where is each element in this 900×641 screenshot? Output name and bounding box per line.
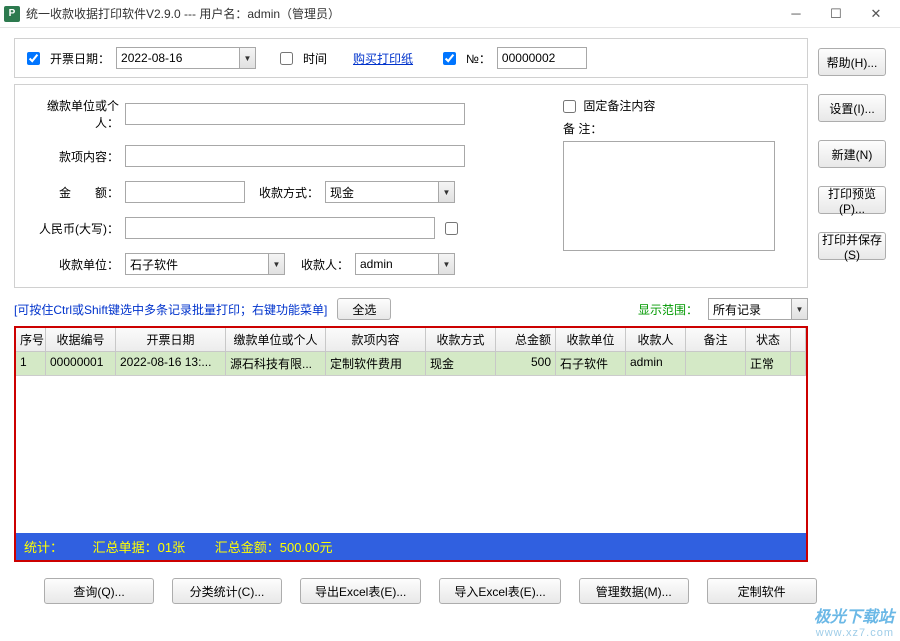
side-buttons: 帮助(H)... 设置(I)... 新建(N) 打印预览(P)... 打印并保存… xyxy=(818,38,886,562)
receiver-unit-label: 收款单位： xyxy=(29,256,125,273)
stats-button[interactable]: 分类统计(C)... xyxy=(172,578,282,604)
no-checkbox[interactable] xyxy=(443,52,456,65)
receiver-label: 收款人： xyxy=(285,256,355,273)
time-label: 时间 xyxy=(303,50,327,67)
window-title: 统一收款收据打印软件V2.9.0 --- 用户名：admin（管理员） xyxy=(26,5,776,22)
batch-hint: [可按住Ctrl或Shift键选中多条记录批量打印；右键功能菜单] xyxy=(14,301,327,318)
time-checkbox[interactable] xyxy=(280,52,293,65)
top-row: 开票日期： ▼ 时间 购买打印纸 №： xyxy=(14,38,808,78)
close-button[interactable]: ✕ xyxy=(856,2,896,26)
amount-label: 金 额： xyxy=(29,184,125,201)
cell-payer: 源石科技有限... xyxy=(226,352,326,375)
item-label: 款项内容： xyxy=(29,148,125,165)
query-button[interactable]: 查询(Q)... xyxy=(44,578,154,604)
chevron-down-icon[interactable]: ▼ xyxy=(791,299,807,319)
note-label: 备 注： xyxy=(563,120,793,137)
cell-note xyxy=(686,352,746,375)
form-box: 缴款单位或个人： 款项内容： 金 额： 收款方式： ▼ xyxy=(14,84,808,288)
method-label: 收款方式： xyxy=(245,184,325,201)
export-button[interactable]: 导出Excel表(E)... xyxy=(300,578,421,604)
rmb-input[interactable] xyxy=(125,217,435,239)
watermark-url: www.xz7.com xyxy=(814,627,894,639)
col-unit[interactable]: 收款单位 xyxy=(556,328,626,351)
cell-person: admin xyxy=(626,352,686,375)
chevron-down-icon[interactable]: ▼ xyxy=(438,182,454,202)
fixed-note-checkbox[interactable] xyxy=(563,100,576,113)
manage-button[interactable]: 管理数据(M)... xyxy=(579,578,689,604)
payer-input[interactable] xyxy=(125,103,465,125)
cell-date: 2022-08-16 13:... xyxy=(116,352,226,375)
no-label: №： xyxy=(466,50,491,67)
chevron-down-icon[interactable]: ▼ xyxy=(268,254,284,274)
col-receipt-no[interactable]: 收据编号 xyxy=(46,328,116,351)
cell-status: 正常 xyxy=(746,352,791,375)
buy-paper-link[interactable]: 购买打印纸 xyxy=(353,50,413,67)
amount-input[interactable] xyxy=(125,181,245,203)
method-input[interactable] xyxy=(325,181,455,203)
col-method[interactable]: 收款方式 xyxy=(426,328,496,351)
col-date[interactable]: 开票日期 xyxy=(116,328,226,351)
no-input[interactable] xyxy=(497,47,587,69)
payer-label: 缴款单位或个人： xyxy=(29,97,125,131)
help-button[interactable]: 帮助(H)... xyxy=(818,48,886,76)
maximize-button[interactable]: ☐ xyxy=(816,2,856,26)
col-scroll xyxy=(791,328,806,351)
rmb-checkbox[interactable] xyxy=(445,222,458,235)
item-input[interactable] xyxy=(125,145,465,167)
custom-button[interactable]: 定制软件 xyxy=(707,578,817,604)
bottom-bar: 查询(Q)... 分类统计(C)... 导出Excel表(E)... 导入Exc… xyxy=(0,568,900,608)
cell-receipt-no: 00000001 xyxy=(46,352,116,375)
records-grid: 序号 收据编号 开票日期 缴款单位或个人 款项内容 收款方式 总金额 收款单位 … xyxy=(14,326,808,562)
col-person[interactable]: 收款人 xyxy=(626,328,686,351)
grid-header: 序号 收据编号 开票日期 缴款单位或个人 款项内容 收款方式 总金额 收款单位 … xyxy=(16,328,806,352)
window-controls: ─ ☐ ✕ xyxy=(776,2,896,26)
receiver-unit-combo[interactable]: ▼ xyxy=(125,253,285,275)
select-all-button[interactable]: 全选 xyxy=(337,298,391,320)
date-input[interactable] xyxy=(116,47,256,69)
summary-count: 汇总单据：01张 xyxy=(93,540,185,555)
col-item[interactable]: 款项内容 xyxy=(326,328,426,351)
fixed-note-label: 固定备注内容 xyxy=(583,99,655,113)
summary-total: 汇总金额：500.00元 xyxy=(215,540,333,555)
rmb-label: 人民币(大写)： xyxy=(29,220,125,237)
receiver-combo[interactable]: ▼ xyxy=(355,253,455,275)
minimize-button[interactable]: ─ xyxy=(776,2,816,26)
scope-label: 显示范围： xyxy=(638,301,698,318)
date-label: 开票日期： xyxy=(50,50,110,67)
note-textarea[interactable] xyxy=(563,141,775,251)
new-button[interactable]: 新建(N) xyxy=(818,140,886,168)
cell-item: 定制软件费用 xyxy=(326,352,426,375)
col-amount[interactable]: 总金额 xyxy=(496,328,556,351)
watermark: 极光下载站 www.xz7.com xyxy=(814,603,894,639)
app-icon: P xyxy=(4,6,20,22)
summary-bar: 统计： 汇总单据：01张 汇总金额：500.00元 xyxy=(16,533,806,560)
col-status[interactable]: 状态 xyxy=(746,328,791,351)
col-note[interactable]: 备注 xyxy=(686,328,746,351)
chevron-down-icon[interactable]: ▼ xyxy=(438,254,454,274)
col-seq[interactable]: 序号 xyxy=(16,328,46,351)
titlebar: P 统一收款收据打印软件V2.9.0 --- 用户名：admin（管理员） ─ … xyxy=(0,0,900,28)
settings-button[interactable]: 设置(I)... xyxy=(818,94,886,122)
date-checkbox[interactable] xyxy=(27,52,40,65)
grid-body[interactable]: 1 00000001 2022-08-16 13:... 源石科技有限... 定… xyxy=(16,352,806,533)
print-save-button[interactable]: 打印并保存(S) xyxy=(818,232,886,260)
date-combo[interactable]: ▼ xyxy=(116,47,256,69)
cell-seq: 1 xyxy=(16,352,46,375)
scope-combo[interactable]: ▼ xyxy=(708,298,808,320)
summary-label: 统计： xyxy=(24,540,63,555)
import-button[interactable]: 导入Excel表(E)... xyxy=(439,578,560,604)
chevron-down-icon[interactable]: ▼ xyxy=(239,48,255,68)
cell-amount: 500 xyxy=(496,352,556,375)
cell-method: 现金 xyxy=(426,352,496,375)
method-combo[interactable]: ▼ xyxy=(325,181,455,203)
print-preview-button[interactable]: 打印预览(P)... xyxy=(818,186,886,214)
receiver-unit-input[interactable] xyxy=(125,253,285,275)
col-payer[interactable]: 缴款单位或个人 xyxy=(226,328,326,351)
cell-unit: 石子软件 xyxy=(556,352,626,375)
table-row[interactable]: 1 00000001 2022-08-16 13:... 源石科技有限... 定… xyxy=(16,352,806,376)
